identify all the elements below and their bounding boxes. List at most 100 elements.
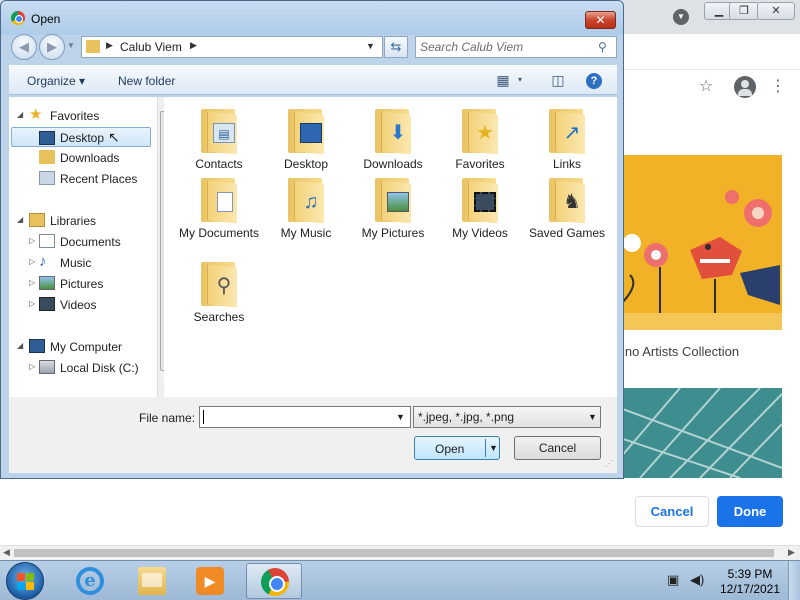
folder-desktop[interactable]: Desktop (264, 103, 348, 173)
desktop-icon (300, 123, 322, 143)
taskbar-internet-explorer[interactable]: e (62, 563, 118, 599)
view-options-dropdown-icon[interactable]: ▾ (512, 72, 528, 88)
tab-search-dropdown-icon[interactable]: ▼ (673, 9, 689, 25)
scroll-right-arrow-icon[interactable]: ▶ (788, 547, 795, 558)
dialog-close-button[interactable]: ✕ (585, 11, 616, 29)
nav-item-pictures[interactable]: ▷ Pictures (9, 274, 149, 294)
nav-item-desktop[interactable]: Desktop ↖ (11, 127, 151, 147)
show-desktop-button[interactable] (788, 561, 800, 600)
folder-label: My Documents (178, 226, 260, 240)
taskbar-media-player[interactable]: ▶ (182, 563, 238, 599)
start-button[interactable] (6, 562, 44, 600)
address-dropdown-icon[interactable]: ▼ (366, 41, 375, 51)
nav-my-computer[interactable]: ◢ My Computer (9, 337, 149, 357)
folder-saved-games[interactable]: ♞ Saved Games (525, 172, 609, 242)
open-options-dropdown-icon[interactable]: ▼ (489, 443, 498, 453)
cancel-button[interactable]: Cancel (635, 496, 709, 527)
back-arrow-icon[interactable]: ◀ (11, 34, 37, 60)
scrollbar-thumb[interactable] (14, 549, 774, 557)
pictures-icon (387, 192, 409, 212)
music-note-icon: ♪ (39, 253, 47, 270)
menu-kebab-icon[interactable]: ⋮ (768, 77, 788, 97)
dialog-title-bar[interactable]: Open ✕ (1, 1, 623, 35)
new-folder-button[interactable]: New folder (118, 74, 175, 88)
nav-label: Videos (60, 298, 97, 312)
folder-my-documents[interactable]: My Documents (177, 172, 261, 242)
folder-icon (375, 178, 411, 224)
nav-item-local-disk[interactable]: ▷ Local Disk (C:) (9, 358, 149, 378)
network-icon[interactable]: ▣ (667, 573, 681, 587)
search-box[interactable]: ⚲ (415, 36, 617, 58)
nav-item-documents[interactable]: ▷ Documents (9, 232, 149, 252)
change-view-icon[interactable]: ▦ (495, 72, 511, 88)
breadcrumb-segment[interactable]: Calub Viem (120, 40, 182, 54)
folder-my-music[interactable]: ♫ My Music (264, 172, 348, 242)
profile-avatar[interactable] (734, 76, 756, 98)
nav-label: Music (60, 256, 92, 270)
expand-triangle-icon[interactable]: ▷ (29, 257, 35, 266)
search-icon[interactable]: ⚲ (598, 40, 607, 54)
resize-grip-icon[interactable]: ⋰ (605, 459, 613, 468)
nav-label: Libraries (50, 214, 97, 228)
expand-triangle-icon[interactable]: ▷ (29, 236, 35, 245)
architecture-thumbnail[interactable] (620, 388, 782, 478)
done-button[interactable]: Done (717, 496, 783, 527)
organize-menu[interactable]: Organize ▾ (27, 74, 85, 88)
collapse-triangle-icon[interactable]: ◢ (17, 341, 23, 350)
file-name-dropdown-icon[interactable]: ▼ (396, 412, 405, 422)
folder-contacts[interactable]: ▤ Contacts (177, 103, 261, 173)
navigation-pane: ◢ ★ Favorites Desktop ↖ Downloads Recent… (9, 97, 173, 397)
nav-favorites[interactable]: ◢ ★ Favorites (9, 106, 149, 126)
music-note-icon: ♫ (303, 191, 319, 213)
artwork-thumbnail[interactable] (620, 155, 782, 330)
address-bar[interactable]: ▶ Calub Viem ▶ ▼ (81, 36, 383, 58)
help-icon[interactable]: ? (586, 73, 602, 89)
bookmark-star-icon[interactable]: ☆ (696, 77, 716, 97)
volume-icon[interactable]: ◀) (690, 573, 704, 587)
expand-triangle-icon[interactable]: ▷ (29, 362, 35, 371)
organize-label: Organize (27, 74, 76, 88)
folder-favorites[interactable]: ★ Favorites (438, 103, 522, 173)
folder-icon (288, 109, 324, 155)
nav-libraries[interactable]: ◢ Libraries (9, 211, 149, 231)
expand-triangle-icon[interactable]: ▷ (29, 278, 35, 287)
breadcrumb-chevron-icon[interactable]: ▶ (190, 40, 197, 51)
nav-item-recent-places[interactable]: Recent Places (9, 169, 149, 189)
preview-pane-icon[interactable]: ◫ (550, 72, 566, 88)
system-clock[interactable]: 5:39 PM 12/17/2021 (717, 567, 783, 597)
folder-downloads[interactable]: ⬇ Downloads (351, 103, 435, 173)
scroll-left-arrow-icon[interactable]: ◀ (3, 547, 10, 558)
nav-label: Local Disk (C:) (60, 361, 139, 375)
artwork-caption: ino Artists Collection (622, 344, 740, 359)
restore-button[interactable]: ❐ (729, 2, 759, 20)
nav-item-downloads[interactable]: Downloads (9, 148, 149, 168)
expand-triangle-icon[interactable]: ▷ (29, 299, 35, 308)
recent-locations-dropdown-icon[interactable]: ▼ (67, 41, 75, 50)
folder-links[interactable]: ↗ Links (525, 103, 609, 173)
breadcrumb-chevron-icon[interactable]: ▶ (106, 40, 113, 51)
folder-label: My Music (280, 226, 332, 240)
folder-my-pictures[interactable]: My Pictures (351, 172, 435, 242)
open-button[interactable]: Open ▼ (414, 436, 500, 460)
folder-my-videos[interactable]: My Videos (438, 172, 522, 242)
file-name-field[interactable]: ▼ (199, 406, 411, 428)
taskbar-chrome[interactable] (246, 563, 302, 599)
dialog-cancel-button[interactable]: Cancel (514, 436, 601, 460)
file-type-dropdown-icon[interactable]: ▼ (588, 412, 597, 422)
clock-date: 12/17/2021 (719, 582, 781, 596)
media-player-icon: ▶ (196, 567, 224, 595)
collapse-triangle-icon[interactable]: ◢ (17, 215, 23, 224)
search-input[interactable] (420, 39, 590, 55)
folder-icon: ▤ (201, 109, 237, 155)
close-window-button[interactable]: ✕ (757, 2, 795, 20)
file-type-select[interactable]: *.jpeg, *.jpg, *.png ▼ (413, 406, 601, 428)
collapse-triangle-icon[interactable]: ◢ (17, 110, 23, 119)
nav-item-music[interactable]: ▷ ♪ Music (9, 253, 149, 273)
refresh-icon[interactable]: ⇆ (384, 36, 408, 58)
forward-arrow-icon[interactable]: ▶ (39, 34, 65, 60)
folder-label: My Videos (452, 226, 508, 240)
taskbar-file-explorer[interactable] (124, 563, 180, 599)
folder-searches[interactable]: ⚲ Searches (177, 256, 261, 326)
nav-item-videos[interactable]: ▷ Videos (9, 295, 149, 315)
horizontal-scrollbar[interactable]: ◀ ▶ (0, 545, 800, 560)
